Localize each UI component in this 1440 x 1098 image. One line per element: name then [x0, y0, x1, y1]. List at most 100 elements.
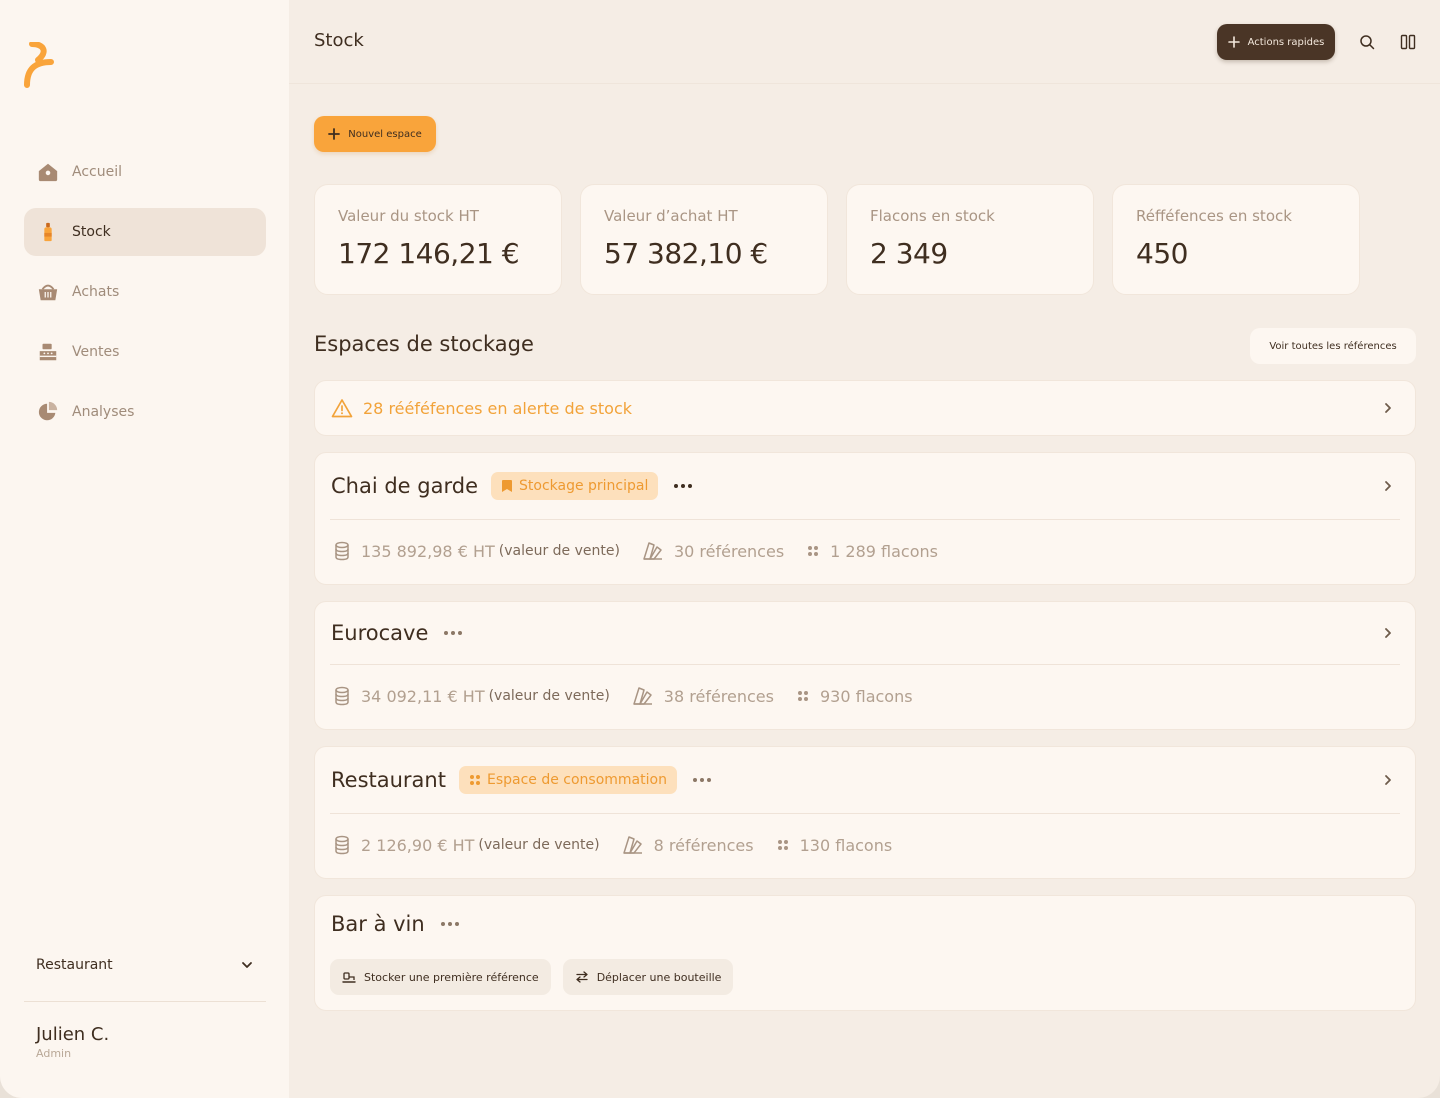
more-horizontal-icon — [692, 778, 711, 782]
stat-value: 57 382,10 € — [604, 237, 768, 270]
cash-register-icon — [36, 340, 60, 364]
search-icon — [1360, 35, 1375, 50]
space-value-amount: 2 126,90 € HT — [361, 835, 475, 855]
stat-label: Réfféfences en stock — [1136, 207, 1292, 225]
space-value-amount: 34 092,11 € HT — [361, 686, 485, 706]
sidebar-item-analyses[interactable]: Analyses — [24, 388, 266, 436]
swatches-icon — [633, 687, 652, 705]
space-stats: 2 126,90 € HT (valeur de vente) 8 référe… — [315, 814, 1415, 876]
site-select-value: Restaurant — [36, 957, 113, 973]
move-bottle-button[interactable]: Déplacer une bouteille — [562, 959, 734, 995]
basket-icon — [36, 280, 60, 304]
space-value-amount: 135 892,98 € HT — [361, 541, 495, 561]
new-space-label: Nouvel espace — [348, 128, 422, 140]
columns-icon — [1400, 34, 1416, 50]
brand-logo[interactable] — [24, 42, 54, 88]
grid-dots-icon — [777, 840, 788, 850]
sidebar-item-label: Analyses — [72, 404, 135, 420]
sidebar-item-label: Achats — [72, 284, 120, 300]
user-name: Julien C. — [36, 1024, 110, 1045]
space-value-note: (valeur de vente) — [498, 543, 620, 559]
stat-value: 172 146,21 € — [338, 237, 520, 270]
space-card-restaurant: Restaurant Espace de consommation 2 126,… — [314, 746, 1416, 879]
space-references-count: 8 références — [653, 835, 754, 855]
space-value: 34 092,11 € HT (valeur de vente) — [333, 686, 610, 706]
sidebar-item-label: Ventes — [72, 344, 120, 360]
section-title: Espaces de stockage — [314, 332, 534, 356]
more-options-button[interactable] — [692, 770, 712, 790]
store-first-reference-button[interactable]: Stocker une première référence — [330, 959, 551, 995]
sidebar-item-ventes[interactable]: Ventes — [24, 328, 266, 376]
space-tag: Espace de consommation — [458, 766, 677, 794]
store-bottle-icon — [342, 972, 356, 983]
alert-text: 28 rééféfences en alerte de stock — [363, 398, 633, 418]
swatches-icon — [622, 836, 642, 854]
more-options-button[interactable] — [673, 476, 693, 496]
see-all-references-button[interactable]: Voir toutes les références — [1250, 328, 1416, 364]
space-name: Eurocave — [331, 621, 429, 645]
stat-value: 2 349 — [870, 237, 948, 270]
grid-dots-icon — [797, 691, 808, 701]
site-select[interactable]: Restaurant — [24, 944, 266, 986]
stat-card-stock-value: Valeur du stock HT 172 146,21 € — [314, 184, 562, 295]
space-value-note: (valeur de vente) — [478, 837, 600, 853]
sidebar-item-achats[interactable]: Achats — [24, 268, 266, 316]
sidebar-nav: Accueil Stock Achats Ventes Analyses — [24, 148, 266, 448]
space-name: Bar à vin — [331, 912, 425, 936]
sidebar-item-accueil[interactable]: Accueil — [24, 148, 266, 196]
coins-icon — [335, 686, 349, 706]
stat-card-purchase-value: Valeur d’achat HT 57 382,10 € — [580, 184, 828, 295]
space-stats: 135 892,98 € HT (valeur de vente) 30 réf… — [315, 520, 1415, 582]
space-bottles: 930 flacons — [796, 687, 913, 706]
stat-label: Valeur d’achat HT — [604, 207, 738, 225]
bottle-icon — [36, 220, 60, 244]
more-horizontal-icon — [444, 631, 463, 635]
space-card-chai-de-garde: Chai de garde Stockage principal 135 892… — [314, 452, 1416, 585]
space-card-eurocave: Eurocave 34 092,11 € HT (valeur de vente… — [314, 601, 1416, 730]
app-window: Accueil Stock Achats Ventes Analyses Res… — [0, 0, 1440, 1098]
user-profile[interactable]: Julien C. Admin — [36, 1024, 109, 1060]
space-references: 30 références — [642, 541, 784, 561]
space-tag-label: Espace de consommation — [486, 772, 667, 788]
space-header[interactable]: Restaurant Espace de consommation — [315, 747, 1415, 813]
more-horizontal-icon — [440, 922, 459, 926]
stock-alert-row[interactable]: 28 rééféfences en alerte de stock — [314, 380, 1416, 436]
search-button[interactable] — [1355, 30, 1379, 54]
space-value-note: (valeur de vente) — [488, 688, 610, 704]
chevron-right-icon — [1385, 628, 1391, 638]
space-references-count: 38 références — [663, 686, 774, 706]
panel-toggle-button[interactable] — [1396, 30, 1420, 54]
space-bottles-count: 1 289 flacons — [830, 541, 938, 561]
chevron-right-icon — [1385, 775, 1391, 785]
topbar: Stock Actions rapides — [289, 0, 1440, 84]
space-value: 2 126,90 € HT (valeur de vente) — [333, 835, 600, 855]
more-options-button[interactable] — [443, 623, 463, 643]
stat-card-references: Réfféfences en stock 450 — [1112, 184, 1360, 295]
chevron-right-icon — [1385, 403, 1391, 413]
sidebar-divider — [24, 1001, 266, 1002]
space-header[interactable]: Bar à vin — [315, 896, 1415, 952]
space-value: 135 892,98 € HT (valeur de vente) — [333, 541, 620, 561]
more-horizontal-icon — [674, 484, 693, 488]
space-bottles: 1 289 flacons — [806, 542, 938, 561]
sidebar-item-label: Stock — [72, 224, 111, 240]
space-name: Restaurant — [331, 768, 446, 792]
space-header[interactable]: Eurocave — [315, 602, 1415, 664]
sidebar-item-label: Accueil — [72, 164, 122, 180]
space-header[interactable]: Chai de garde Stockage principal — [315, 453, 1415, 519]
space-bottles: 130 flacons — [776, 836, 892, 855]
space-bottles-count: 930 flacons — [819, 686, 913, 706]
space-references-count: 30 références — [673, 541, 785, 561]
new-space-button[interactable]: Nouvel espace — [314, 116, 436, 152]
quick-actions-button[interactable]: Actions rapides — [1217, 24, 1335, 60]
stat-value: 450 — [1136, 237, 1188, 270]
stats-row: Valeur du stock HT 172 146,21 € Valeur d… — [314, 184, 1360, 295]
chevron-down-icon — [242, 962, 252, 968]
space-references: 38 références — [632, 686, 774, 706]
sidebar-item-stock[interactable]: Stock — [24, 208, 266, 256]
plus-icon — [328, 128, 341, 140]
more-options-button[interactable] — [440, 914, 460, 934]
space-references: 8 références — [622, 835, 754, 855]
space-actions: Stocker une première référence Déplacer … — [315, 959, 1415, 995]
quick-actions-label: Actions rapides — [1247, 36, 1325, 48]
